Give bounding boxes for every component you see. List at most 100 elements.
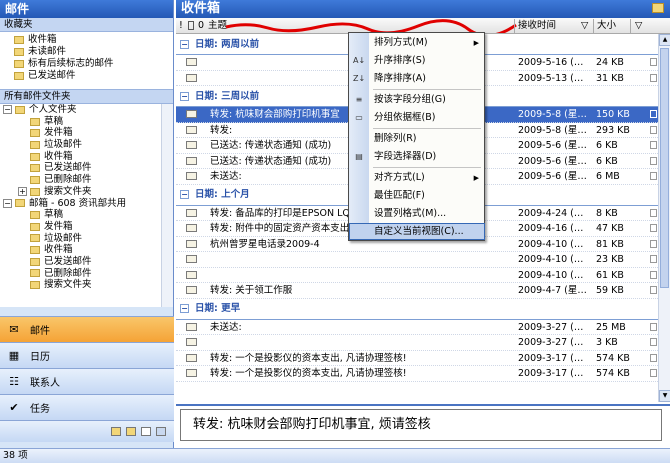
drafts-icon xyxy=(30,117,40,126)
all-folders-header[interactable]: 所有邮件文件夹 xyxy=(0,90,173,104)
flag-icon[interactable] xyxy=(650,156,657,165)
nav-button-mail[interactable]: ✉ 邮件 xyxy=(0,316,174,342)
folder-icon xyxy=(652,3,664,13)
importance-column[interactable]: ! xyxy=(179,18,183,33)
flag-icon[interactable] xyxy=(650,286,657,294)
nav-buttons: ✉ 邮件 ▦ 日历 ☷ 联系人 ✔ 任务 xyxy=(0,316,174,442)
group-box-icon: ▭ xyxy=(355,113,363,122)
flag-icon[interactable] xyxy=(650,224,657,232)
favorite-item[interactable]: 标有后续标志的邮件 xyxy=(0,58,173,70)
flag-icon[interactable] xyxy=(650,239,657,248)
flag-icon[interactable] xyxy=(650,58,657,66)
menu-item-alignment[interactable]: 对齐方式(L) ▶ xyxy=(349,169,485,187)
table-row[interactable]: 2009-4-10 (… 61 KB xyxy=(176,268,658,283)
favorite-item[interactable]: 已发送邮件 xyxy=(0,70,173,82)
table-row[interactable]: 转发: 关于领工作服 2009-4-7 (星… 59 KB xyxy=(176,283,658,299)
tree-item[interactable]: 已发送邮件 xyxy=(0,162,173,174)
tree-root-mailbox[interactable]: − 邮箱 - 608 资讯部共用 xyxy=(0,198,173,210)
table-row[interactable]: 转发: 一个是投影仪的资本支出, 凡请协理签核! 2009-3-17 (… 574 … xyxy=(176,366,658,382)
collapse-icon[interactable]: − xyxy=(180,91,189,101)
size-column-header[interactable]: 大小 xyxy=(597,18,616,33)
flag-icon[interactable] xyxy=(650,208,657,217)
collapse-icon[interactable]: − xyxy=(180,190,189,199)
folder-list-icon[interactable] xyxy=(126,427,136,436)
scroll-down-icon[interactable]: ▼ xyxy=(659,390,670,402)
nav-button-calendar[interactable]: ▦ 日历 xyxy=(0,342,174,368)
envelope-icon xyxy=(186,73,197,82)
sort-descending-icon: Z↓ xyxy=(353,74,366,83)
flag-column-header[interactable]: ▽ xyxy=(635,18,642,33)
scroll-thumb[interactable] xyxy=(660,48,669,288)
tree-item[interactable]: 草稿 xyxy=(0,116,173,128)
tree-item[interactable]: + 搜索文件夹 xyxy=(0,186,173,198)
scroll-up-icon[interactable]: ▲ xyxy=(659,34,670,46)
tree-item[interactable]: 搜索文件夹 xyxy=(0,279,173,291)
collapse-icon[interactable]: − xyxy=(3,198,12,208)
column-divider[interactable] xyxy=(514,19,515,33)
menu-item-field-chooser[interactable]: ▤ 字段选择器(D) xyxy=(349,148,485,166)
collapse-icon[interactable]: − xyxy=(180,39,189,49)
tree-item[interactable]: 垃圾邮件 xyxy=(0,139,173,151)
nav-button-contacts[interactable]: ☷ 联系人 xyxy=(0,368,174,394)
nav-button-tasks[interactable]: ✔ 任务 xyxy=(0,394,174,420)
tree-item[interactable]: 收件箱 xyxy=(0,244,173,256)
tree-item[interactable]: 已删除邮件 xyxy=(0,268,173,280)
flag-icon[interactable] xyxy=(650,322,657,331)
tree-item[interactable]: 发件箱 xyxy=(0,127,173,139)
flag-icon[interactable] xyxy=(650,255,657,263)
favorites-header[interactable]: 收藏夹 xyxy=(0,18,173,32)
outbox-icon xyxy=(30,129,40,138)
table-row[interactable]: 转发: 一个是投影仪的资本支出, 凡请协理签核! 2009-3-17 (… 574 … xyxy=(176,351,658,366)
undeliverable-icon xyxy=(186,172,197,180)
received-column-header[interactable]: 接收时间 xyxy=(518,18,556,33)
configure-buttons-icon[interactable] xyxy=(156,427,166,436)
flag-icon[interactable] xyxy=(650,125,657,134)
tree-item[interactable]: 已删除邮件 xyxy=(0,174,173,186)
envelope-icon xyxy=(186,239,197,248)
envelope-icon xyxy=(186,125,197,134)
envelope-icon xyxy=(186,270,197,279)
annotation-red-line xyxy=(225,19,517,33)
menu-item-customize-view[interactable]: 自定义当前视图(C)... xyxy=(349,223,485,240)
collapse-icon[interactable]: − xyxy=(180,304,189,313)
expand-icon[interactable]: + xyxy=(18,187,27,197)
flag-icon[interactable] xyxy=(650,172,657,180)
tree-item[interactable]: 发件箱 xyxy=(0,221,173,233)
column-divider[interactable] xyxy=(630,19,631,33)
menu-item-group-by-box[interactable]: ▭ 分组依据框(B) xyxy=(349,109,485,127)
flag-icon[interactable] xyxy=(650,73,657,82)
tree-scrollbar[interactable] xyxy=(161,104,173,307)
menu-item-arrange-by[interactable]: 排列方式(M) ▶ xyxy=(349,34,485,52)
menu-item-group-by-field[interactable]: ≡ 按该字段分组(G) xyxy=(349,91,485,109)
table-row[interactable]: 2009-3-27 (… 3 KB xyxy=(176,335,658,351)
menu-item-sort-ascending[interactable]: A↓ 升序排序(S) xyxy=(349,52,485,70)
flag-icon[interactable] xyxy=(650,141,657,149)
message-list-scrollbar[interactable]: ▲ ▼ xyxy=(658,34,670,402)
reading-pane: 转发: 杭味财会部购打印机事宜, 烦请签核 xyxy=(176,404,670,444)
collapse-icon[interactable]: − xyxy=(3,105,12,115)
shortcuts-icon[interactable] xyxy=(141,427,151,436)
favorite-item[interactable]: 收件箱 xyxy=(0,34,173,46)
group-header[interactable]: − 日期: 更早 xyxy=(176,299,658,320)
flag-icon[interactable] xyxy=(650,110,657,118)
menu-item-format-columns[interactable]: 设置列格式(M)... xyxy=(349,205,485,223)
favorite-item[interactable]: 未读邮件 xyxy=(0,46,173,58)
table-row[interactable]: 未送达: 2009-3-27 (… 25 MB xyxy=(176,320,658,335)
sent-icon xyxy=(30,257,40,266)
tree-item[interactable]: 垃圾邮件 xyxy=(0,233,173,245)
tree-item[interactable]: 草稿 xyxy=(0,209,173,221)
menu-item-sort-descending[interactable]: Z↓ 降序排序(A) xyxy=(349,70,485,88)
flag-icon[interactable] xyxy=(650,369,657,377)
menu-item-best-fit[interactable]: 最佳匹配(F) xyxy=(349,187,485,205)
flag-icon[interactable] xyxy=(650,338,657,346)
flag-icon[interactable] xyxy=(650,353,657,362)
tree-root-personal[interactable]: − 个人文件夹 xyxy=(0,104,173,116)
tree-item[interactable]: 已发送邮件 xyxy=(0,256,173,268)
flag-icon[interactable] xyxy=(650,270,657,279)
tree-item[interactable]: 收件箱 xyxy=(0,151,173,163)
menu-item-remove-column[interactable]: 删除列(R) xyxy=(349,130,485,148)
search-folder-icon xyxy=(30,187,40,196)
column-divider[interactable] xyxy=(593,19,594,33)
notes-icon[interactable] xyxy=(111,427,121,436)
table-row[interactable]: 2009-4-10 (… 23 KB xyxy=(176,252,658,268)
